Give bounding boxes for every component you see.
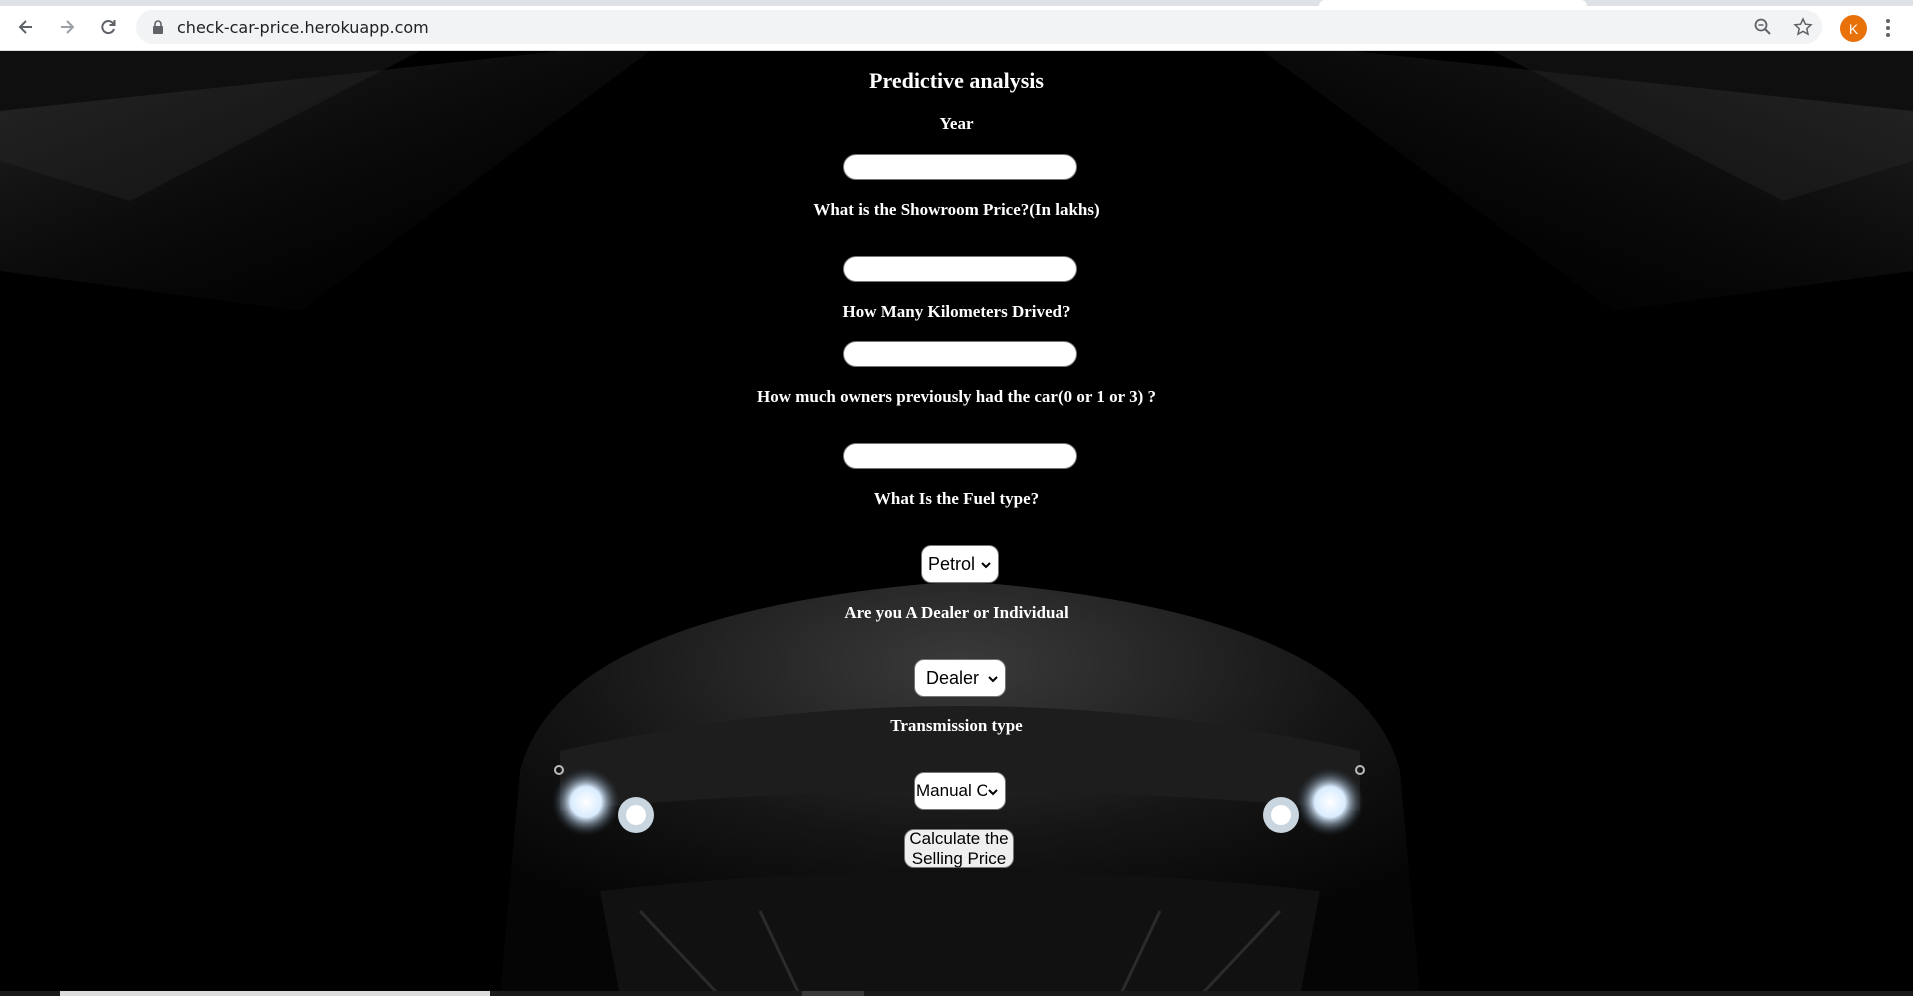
calculate-price-label: Calculate the Selling Price bbox=[909, 829, 1009, 868]
lock-icon[interactable] bbox=[150, 19, 166, 35]
fuel-type-select[interactable]: Petrol bbox=[921, 545, 999, 583]
seller-type-select[interactable]: Dealer bbox=[914, 659, 1006, 697]
fuel-type-value: Petrol bbox=[928, 553, 976, 574]
tab-strip bbox=[0, 0, 1913, 6]
seller-type-label: Are you A Dealer or Individual bbox=[844, 603, 1069, 622]
kebab-menu-icon[interactable] bbox=[1882, 15, 1894, 41]
owners-input[interactable] bbox=[843, 443, 1077, 469]
chevron-down-icon bbox=[988, 676, 998, 683]
reload-icon[interactable] bbox=[94, 13, 122, 41]
url-text[interactable]: check-car-price.herokuapp.com bbox=[177, 18, 429, 37]
page-viewport: Predictive analysis Year What is the Sho… bbox=[0, 51, 1913, 996]
back-arrow-icon[interactable] bbox=[12, 13, 40, 41]
browser-chrome: check-car-price.herokuapp.com K bbox=[0, 0, 1913, 51]
chevron-down-icon bbox=[988, 789, 998, 796]
showroom-price-input[interactable] bbox=[843, 256, 1077, 282]
page-title: Predictive analysis bbox=[869, 68, 1044, 93]
chevron-down-icon bbox=[981, 562, 991, 569]
year-label: Year bbox=[939, 114, 974, 133]
calculate-price-button[interactable]: Calculate the Selling Price bbox=[904, 829, 1014, 868]
year-input[interactable] bbox=[843, 154, 1077, 180]
kilometers-input[interactable] bbox=[843, 341, 1077, 367]
showroom-price-label: What is the Showroom Price?(In lakhs) bbox=[813, 200, 1100, 219]
owners-label: How much owners previously had the car(0… bbox=[756, 387, 1157, 406]
address-bar[interactable]: check-car-price.herokuapp.com bbox=[136, 10, 1822, 44]
active-tab[interactable] bbox=[1319, 0, 1587, 6]
transmission-label: Transmission type bbox=[890, 716, 1023, 735]
transmission-value: Manual Car bbox=[916, 781, 987, 800]
scrollbar-segment bbox=[802, 991, 864, 996]
scrollbar-thumb[interactable] bbox=[60, 991, 490, 996]
horizontal-scrollbar[interactable] bbox=[0, 991, 1913, 996]
star-icon[interactable] bbox=[1793, 17, 1813, 37]
seller-type-value: Dealer bbox=[926, 667, 980, 688]
forward-arrow-icon[interactable] bbox=[53, 13, 81, 41]
fuel-type-label: What Is the Fuel type? bbox=[873, 489, 1040, 508]
zoom-icon[interactable] bbox=[1753, 17, 1773, 37]
kilometers-label: How Many Kilometers Drived? bbox=[842, 302, 1071, 321]
profile-avatar[interactable]: K bbox=[1840, 15, 1867, 42]
transmission-select[interactable]: Manual Car bbox=[914, 772, 1006, 810]
